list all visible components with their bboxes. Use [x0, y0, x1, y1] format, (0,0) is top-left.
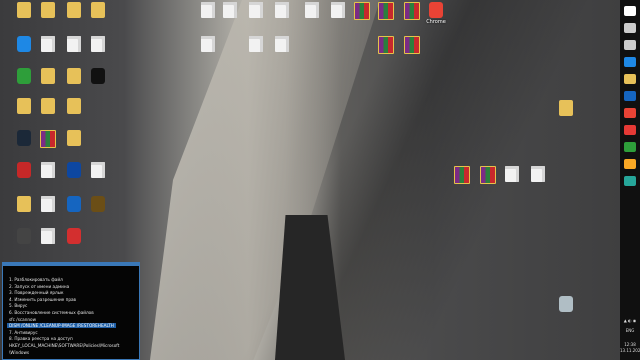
notes-line[interactable]: 7. Антивирус	[9, 330, 38, 335]
notes-line[interactable]: 6. Восстановление системных файлов	[9, 310, 94, 315]
app-icon	[91, 196, 105, 212]
desktop-icon[interactable]	[76, 162, 120, 178]
document-icon	[275, 36, 289, 52]
notes-line[interactable]: 4. Изменить разрешение прав	[9, 297, 76, 302]
folder-icon	[559, 100, 573, 116]
cliff-slab	[150, 0, 380, 360]
desktop-icon[interactable]	[76, 2, 120, 18]
desktop-icon[interactable]	[52, 228, 96, 244]
notes-line[interactable]: 3. Поврежденный ярлык	[9, 290, 64, 295]
clock-date[interactable]: 13.11.2020	[620, 348, 640, 353]
desktop-icon-label: Chrome	[426, 19, 446, 25]
desktop-icon[interactable]	[260, 36, 304, 52]
desktop-icon[interactable]	[52, 98, 96, 114]
document-icon	[91, 36, 105, 52]
notes-line[interactable]: HKEY_LOCAL_MACHINE\SOFTWARE\Policies\Mic…	[9, 343, 119, 348]
explorer-icon[interactable]	[624, 74, 636, 84]
notes-line-selected[interactable]: DISM /ONLINE /CLEANUP-IMAGE /RESTOREHEAL…	[7, 323, 116, 329]
app-icon[interactable]	[624, 159, 636, 169]
app-icon	[559, 296, 573, 312]
clock-time[interactable]: 12:38	[620, 342, 640, 347]
taskbar: ▲ ◐ ◉ ENG 12:38 13.11.2020	[620, 0, 640, 360]
search-icon[interactable]	[624, 23, 636, 33]
folder-icon	[67, 130, 81, 146]
desktop-icon[interactable]	[76, 196, 120, 212]
notes-line[interactable]: 8. Правка реестра на доступ	[9, 336, 73, 341]
app-icon	[67, 228, 81, 244]
notes-line[interactable]: \Windows	[9, 350, 29, 355]
desktop-icon[interactable]	[390, 36, 434, 54]
task-view-icon[interactable]	[624, 40, 636, 50]
notes-window[interactable]: 1. Разблокировать файл 2. Запуск от имени…	[2, 262, 140, 360]
app-icon	[91, 68, 105, 84]
desktop-icon[interactable]	[76, 36, 120, 52]
tray-icons-row[interactable]: ▲ ◐ ◉	[620, 318, 640, 323]
notes-line[interactable]: 5. Вирус	[9, 303, 27, 308]
desktop-icon[interactable]	[544, 296, 588, 312]
folder-icon	[67, 98, 81, 114]
desktop-icon[interactable]	[516, 166, 560, 182]
edge-icon[interactable]	[624, 57, 636, 67]
archive-icon	[404, 36, 420, 54]
notes-line[interactable]: 2. Запуск от имени админа	[9, 284, 69, 289]
desktop-icon[interactable]	[186, 36, 230, 52]
chrome-icon[interactable]	[624, 108, 636, 118]
notes-title-bar[interactable]	[3, 263, 139, 266]
desktop-icon[interactable]	[52, 130, 96, 146]
desktop-icon[interactable]	[76, 68, 120, 84]
camtasia-icon[interactable]	[624, 142, 636, 152]
store-icon[interactable]	[624, 91, 636, 101]
app-icon[interactable]	[624, 176, 636, 186]
document-icon	[91, 162, 105, 178]
start-icon[interactable]	[624, 6, 636, 16]
notes-line[interactable]: sfc /scannow	[9, 317, 36, 322]
yandex-icon[interactable]	[624, 125, 636, 135]
document-icon	[201, 36, 215, 52]
desktop-icon[interactable]	[544, 100, 588, 116]
notes-line[interactable]: 1. Разблокировать файл	[9, 277, 63, 282]
app-icon	[429, 2, 443, 18]
document-icon	[275, 2, 289, 18]
desktop-icon[interactable]: Chrome	[414, 2, 458, 25]
document-icon	[531, 166, 545, 182]
rock-pillar	[275, 215, 345, 360]
language-indicator[interactable]: ENG	[620, 328, 640, 333]
folder-icon	[91, 2, 105, 18]
